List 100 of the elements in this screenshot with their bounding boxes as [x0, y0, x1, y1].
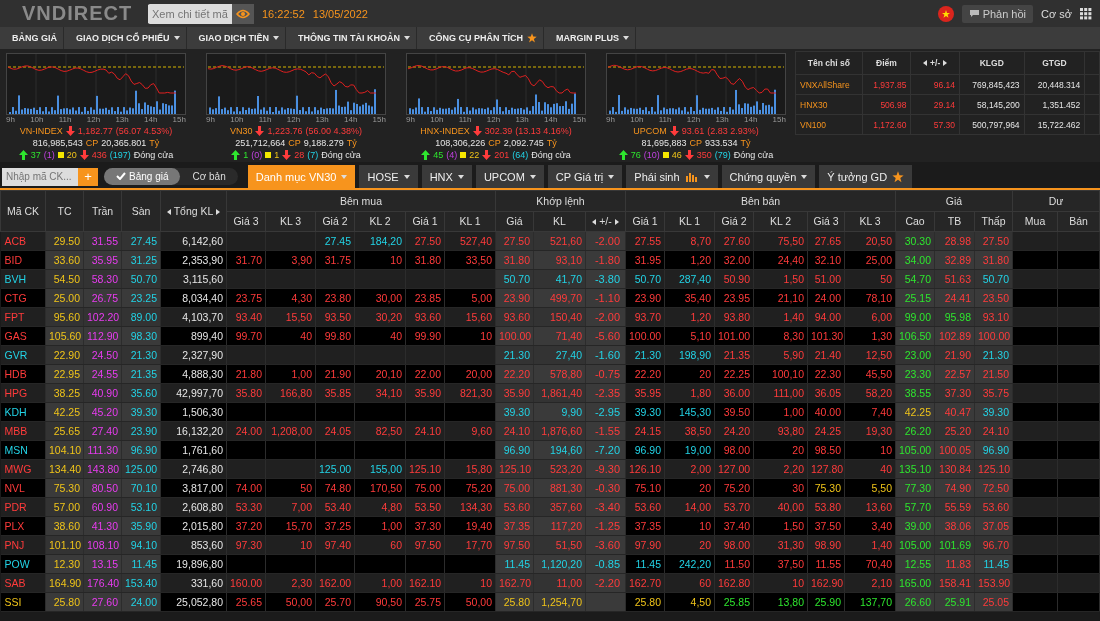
floor-count: (7) [307, 149, 319, 161]
stock-code-cell[interactable]: GAS [0, 326, 46, 346]
time-label: 11h [658, 115, 672, 124]
time-label: 12h [686, 115, 701, 124]
time-label: 12h [286, 115, 301, 124]
index-name-cell[interactable]: HNX30 [795, 94, 863, 115]
account-label[interactable]: Cơ sở [1041, 7, 1072, 20]
view-toggle[interactable]: Cơ bản [180, 168, 238, 185]
market-status: Đóng cửa [321, 149, 361, 161]
down-arrow-icon [255, 126, 265, 136]
stock-code-cell[interactable]: MWG [0, 459, 46, 479]
index-name-cell[interactable]: VNXAllShare [795, 74, 863, 95]
up-arrow-icon [421, 150, 431, 160]
stock-code-cell[interactable]: MBB [0, 421, 46, 441]
advances-count: 76 [630, 149, 641, 161]
flag-icon[interactable] [937, 5, 954, 22]
index-name: VN-INDEX [19, 125, 63, 137]
stock-code-cell[interactable]: BID [0, 250, 46, 270]
volume-value: 81,695,883 [641, 137, 687, 149]
table-cell: 506.98 [862, 94, 911, 115]
volume-unit: CP [85, 137, 99, 149]
up-arrow-icon [618, 150, 628, 160]
index-name: UPCOM [633, 125, 667, 137]
stock-code-cell[interactable]: NVL [0, 478, 46, 498]
down-arrow-icon [65, 126, 75, 136]
search-field[interactable]: Xem chi tiết mã [148, 3, 254, 24]
unchanged-count: 1 [274, 149, 280, 161]
stock-code-cell[interactable]: PLX [0, 516, 46, 536]
stock-code-cell[interactable]: CTG [0, 288, 46, 308]
table-cell: 58,145,200 [959, 94, 1025, 115]
right-arrow-icon[interactable] [943, 60, 948, 66]
time-label: 9h [606, 115, 615, 124]
time-label: 11h [458, 115, 472, 124]
stock-code-cell[interactable]: SAB [0, 573, 46, 593]
clock-time: 16:22:52 [262, 7, 305, 20]
turnover-unit: Tỷ [546, 137, 557, 149]
caret-icon [801, 174, 808, 179]
index-name-cell[interactable]: VN100 [795, 114, 863, 135]
table-cell: 1,937.85 [862, 74, 911, 95]
volume-unit: CP [689, 137, 702, 149]
down-arrow-icon [79, 150, 89, 160]
down-arrow-icon [472, 126, 482, 136]
time-label: 10h [30, 115, 44, 124]
column-header: KLGD [959, 51, 1025, 75]
stock-code-field[interactable]: Nhập mã CK... [2, 167, 78, 186]
time-label: 9h [6, 115, 15, 124]
turnover-value: 20,365.801 [101, 137, 147, 149]
right-arrow-icon[interactable] [216, 209, 221, 215]
left-arrow-icon[interactable] [166, 209, 171, 215]
stock-code-cell[interactable]: PDR [0, 497, 46, 517]
market-status: Đóng cửa [531, 149, 571, 161]
stock-code-cell[interactable]: MSN [0, 440, 46, 460]
down-arrow-icon [684, 150, 694, 160]
left-arrow-icon[interactable] [923, 60, 928, 66]
turnover-value: 9,188.279 [303, 137, 344, 149]
eye-icon[interactable] [232, 3, 254, 24]
time-label: 14h [344, 115, 358, 124]
time-label: 13h [715, 115, 729, 124]
index-change: (2.83 2.93%) [707, 125, 759, 137]
stock-code-cell[interactable]: HPG [0, 383, 46, 403]
stock-code-cell[interactable]: BVH [0, 269, 46, 289]
time-label: 9h [406, 115, 415, 124]
time-label: 15h [572, 115, 586, 124]
feedback-button[interactable]: Phản hồi [961, 4, 1034, 23]
down-arrow-icon [282, 150, 292, 160]
time-label: 15h [372, 115, 386, 124]
ceiling-count: (0) [251, 149, 263, 161]
stock-code-cell[interactable]: PNJ [0, 535, 46, 555]
advances-count: 45 [433, 149, 444, 161]
column-group-header: Bên mua [226, 190, 496, 211]
stock-code-cell[interactable]: HDB [0, 364, 46, 384]
market-tab[interactable]: Chứng quyền [721, 165, 816, 188]
time-label: 12h [486, 115, 501, 124]
table-cell: 20,448.314 [1024, 74, 1085, 95]
stock-code-cell[interactable]: KDH [0, 402, 46, 422]
market-tab[interactable]: HNX [421, 165, 472, 188]
floor-count: (197) [109, 149, 131, 161]
market-tab[interactable]: Phái sinh [626, 165, 718, 188]
market-tab[interactable]: UPCOM [475, 165, 544, 188]
star-icon [527, 33, 538, 43]
index-value: 1,223.76 [267, 125, 303, 137]
right-arrow-icon[interactable] [614, 219, 619, 226]
caret-icon [173, 36, 180, 40]
stock-code-cell[interactable]: GVR [0, 345, 46, 365]
left-arrow-icon[interactable] [592, 219, 597, 226]
stock-code-cell[interactable]: SSI [0, 592, 46, 612]
market-tab[interactable]: Ý tưởng GD [819, 165, 913, 188]
caret-icon [529, 174, 536, 179]
view-toggle[interactable]: Bảng giá [104, 168, 181, 185]
caret-icon [608, 174, 615, 179]
market-tab[interactable]: HOSE [359, 165, 418, 188]
table-cell: 769,845,423 [959, 74, 1025, 95]
index-value: 1,182.77 [77, 125, 113, 137]
time-label: 14h [744, 115, 758, 124]
stock-code-cell[interactable]: FPT [0, 307, 46, 327]
market-tab[interactable]: CP Giá trị [547, 165, 623, 188]
caret-icon [623, 36, 630, 40]
square-icon [460, 152, 467, 158]
grid-icon[interactable] [1080, 7, 1092, 20]
stock-code-cell[interactable]: POW [0, 554, 46, 574]
